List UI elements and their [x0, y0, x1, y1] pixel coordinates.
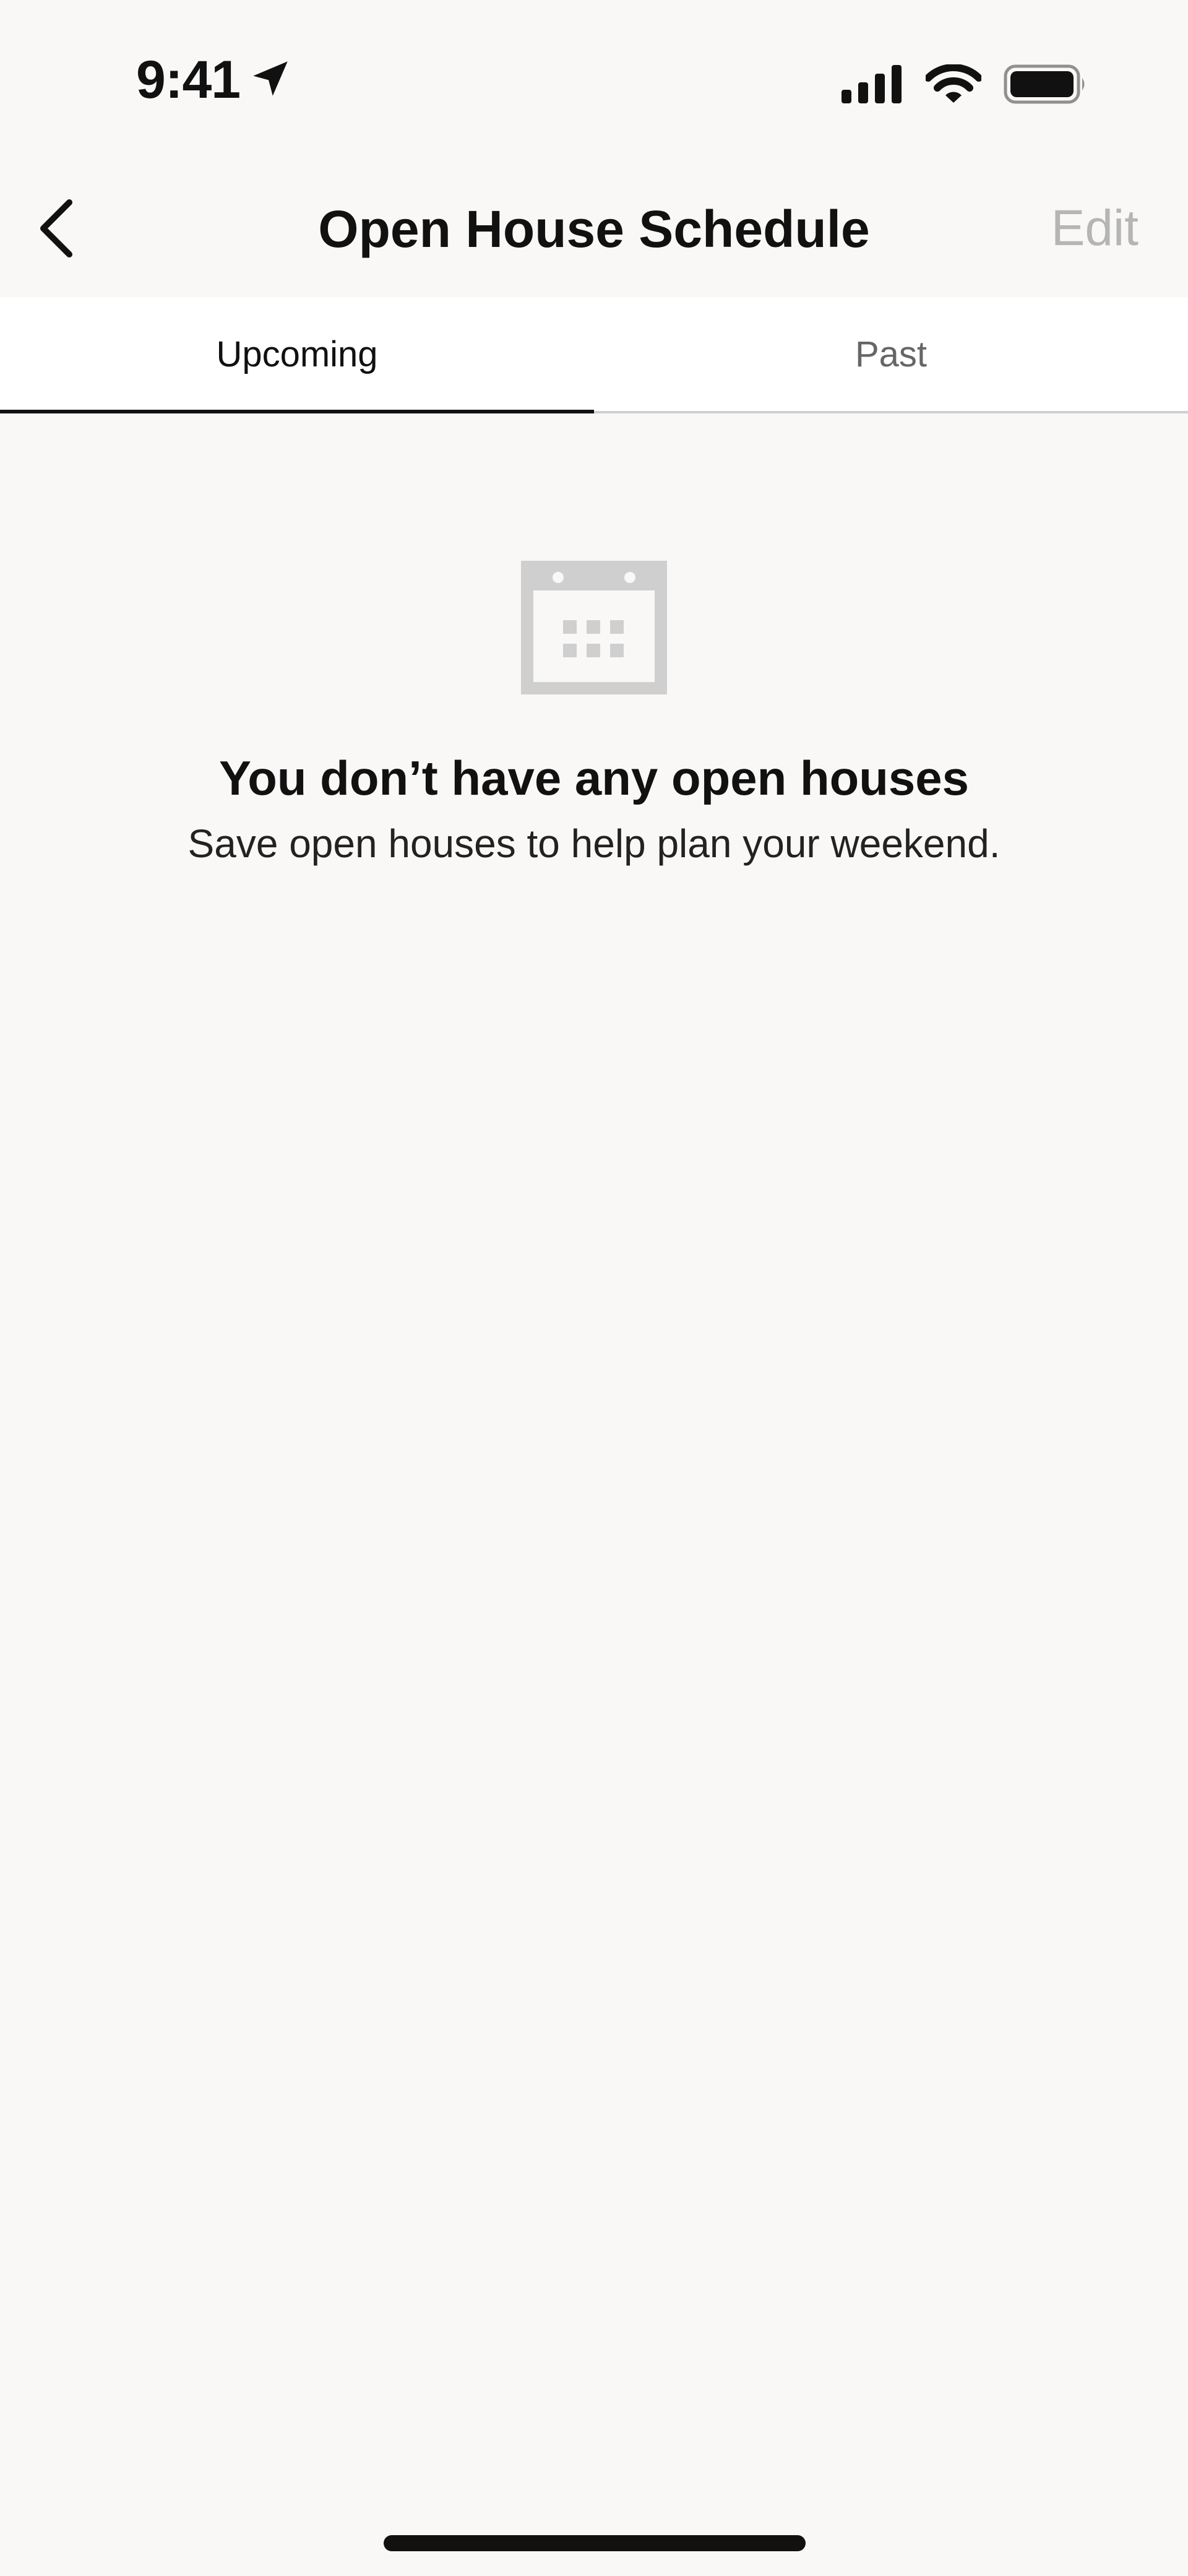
cellular-signal-icon: [842, 65, 903, 106]
tab-upcoming[interactable]: Upcoming: [0, 297, 594, 413]
status-icons: [842, 64, 1088, 107]
navigation-bar: Open House Schedule Edit: [0, 161, 1188, 297]
status-time-group: 9:41: [136, 53, 292, 106]
tab-bar: Upcoming Past: [0, 297, 1188, 413]
calendar-icon: [0, 561, 1188, 698]
page-title: Open House Schedule: [318, 200, 870, 258]
empty-state: You don’t have any open houses Save open…: [0, 561, 1188, 867]
battery-icon: [1004, 64, 1088, 107]
home-indicator[interactable]: [384, 2535, 806, 2551]
location-arrow-icon: [249, 57, 292, 103]
empty-state-title: You don’t have any open houses: [218, 751, 970, 805]
status-time: 9:41: [136, 50, 241, 110]
edit-button[interactable]: Edit: [1051, 198, 1138, 259]
wifi-icon: [924, 64, 983, 107]
empty-state-subtitle: Save open houses to help plan your weeke…: [187, 821, 1001, 866]
status-bar: 9:41: [0, 0, 1188, 161]
tab-past[interactable]: Past: [594, 297, 1188, 411]
